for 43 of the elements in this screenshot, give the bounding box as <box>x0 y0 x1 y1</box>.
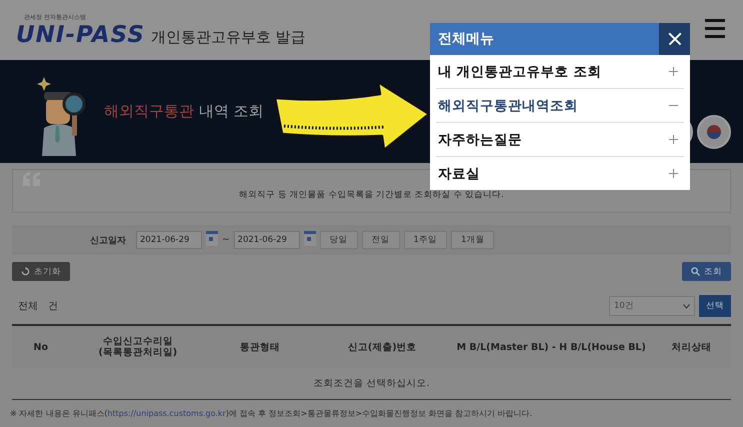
logo[interactable]: UNI-PASS <box>16 22 145 48</box>
menu-item[interactable]: 해외직구통관내역조회 <box>436 89 684 123</box>
select-button[interactable]: 선택 <box>699 295 731 317</box>
date-field[interactable]: 2021-06-29 <box>234 231 300 249</box>
column-header: M B/L(Master BL) - H B/L(House BL) <box>450 325 652 368</box>
empty-message: 조회조건을 선택하십시오. <box>12 368 731 400</box>
plus-icon <box>669 67 678 76</box>
close-button[interactable] <box>659 23 690 55</box>
period-button[interactable]: 전일 <box>362 231 400 249</box>
period-button[interactable]: 1주일 <box>404 231 447 249</box>
chevron-icon <box>683 304 690 308</box>
menu-item[interactable]: 자료실 <box>436 157 684 190</box>
period-button[interactable]: 1개월 <box>450 231 494 249</box>
count-label: 전체 <box>18 300 38 313</box>
column-header: 처리상태 <box>652 325 731 368</box>
refresh-icon <box>21 267 30 276</box>
search-icon <box>691 267 700 276</box>
footnote: ※ 자세한 내용은 유니패스(https://unipass.customs.go.kr)에 접속 후 정보조회>통관물류정보>수입화물진행정보 화면을 참고하시기 바랍니다. <box>10 408 534 419</box>
menu-icon[interactable] <box>705 18 725 38</box>
range-separator: ~ <box>222 235 230 245</box>
menu-item[interactable]: 내 개인통관고유부호 조회 <box>436 55 684 89</box>
plus-icon <box>669 135 678 144</box>
banner-title: 해외직구통관 내역 조회 <box>104 102 264 121</box>
calendar-icon[interactable] <box>304 231 316 246</box>
page-size-dropdown[interactable]: 10건 <box>609 296 695 316</box>
column-header: 수입신고수리일 (목록통관처리일) <box>70 325 206 368</box>
plus-icon <box>669 169 678 178</box>
period-button[interactable]: 당일 <box>320 231 358 249</box>
column-header: 신고(제출)번호 <box>314 325 451 368</box>
calendar-icon[interactable] <box>206 231 218 246</box>
reset-button[interactable]: 초기화 <box>12 262 70 281</box>
column-header: No <box>12 325 70 368</box>
menu-item[interactable]: 자주하는질문 <box>436 123 684 157</box>
intro-text: 해외직구 등 개인물품 수입목록을 기간별로 조회하실 수 있습니다. <box>239 189 504 201</box>
link[interactable]: https://unipass.customs.go.kr <box>107 409 226 418</box>
page-title: 개인통관고유부호 발급 <box>150 28 306 46</box>
column-header: 통관형태 <box>206 325 314 368</box>
count-unit: 건 <box>48 300 58 313</box>
emblem-icon <box>697 114 731 148</box>
field-label: 신고일자 <box>90 234 126 246</box>
menu-title: 전체메뉴 <box>437 30 495 49</box>
search-button[interactable]: 조회 <box>682 262 731 281</box>
date-field[interactable]: 2021-06-29 <box>136 231 202 249</box>
